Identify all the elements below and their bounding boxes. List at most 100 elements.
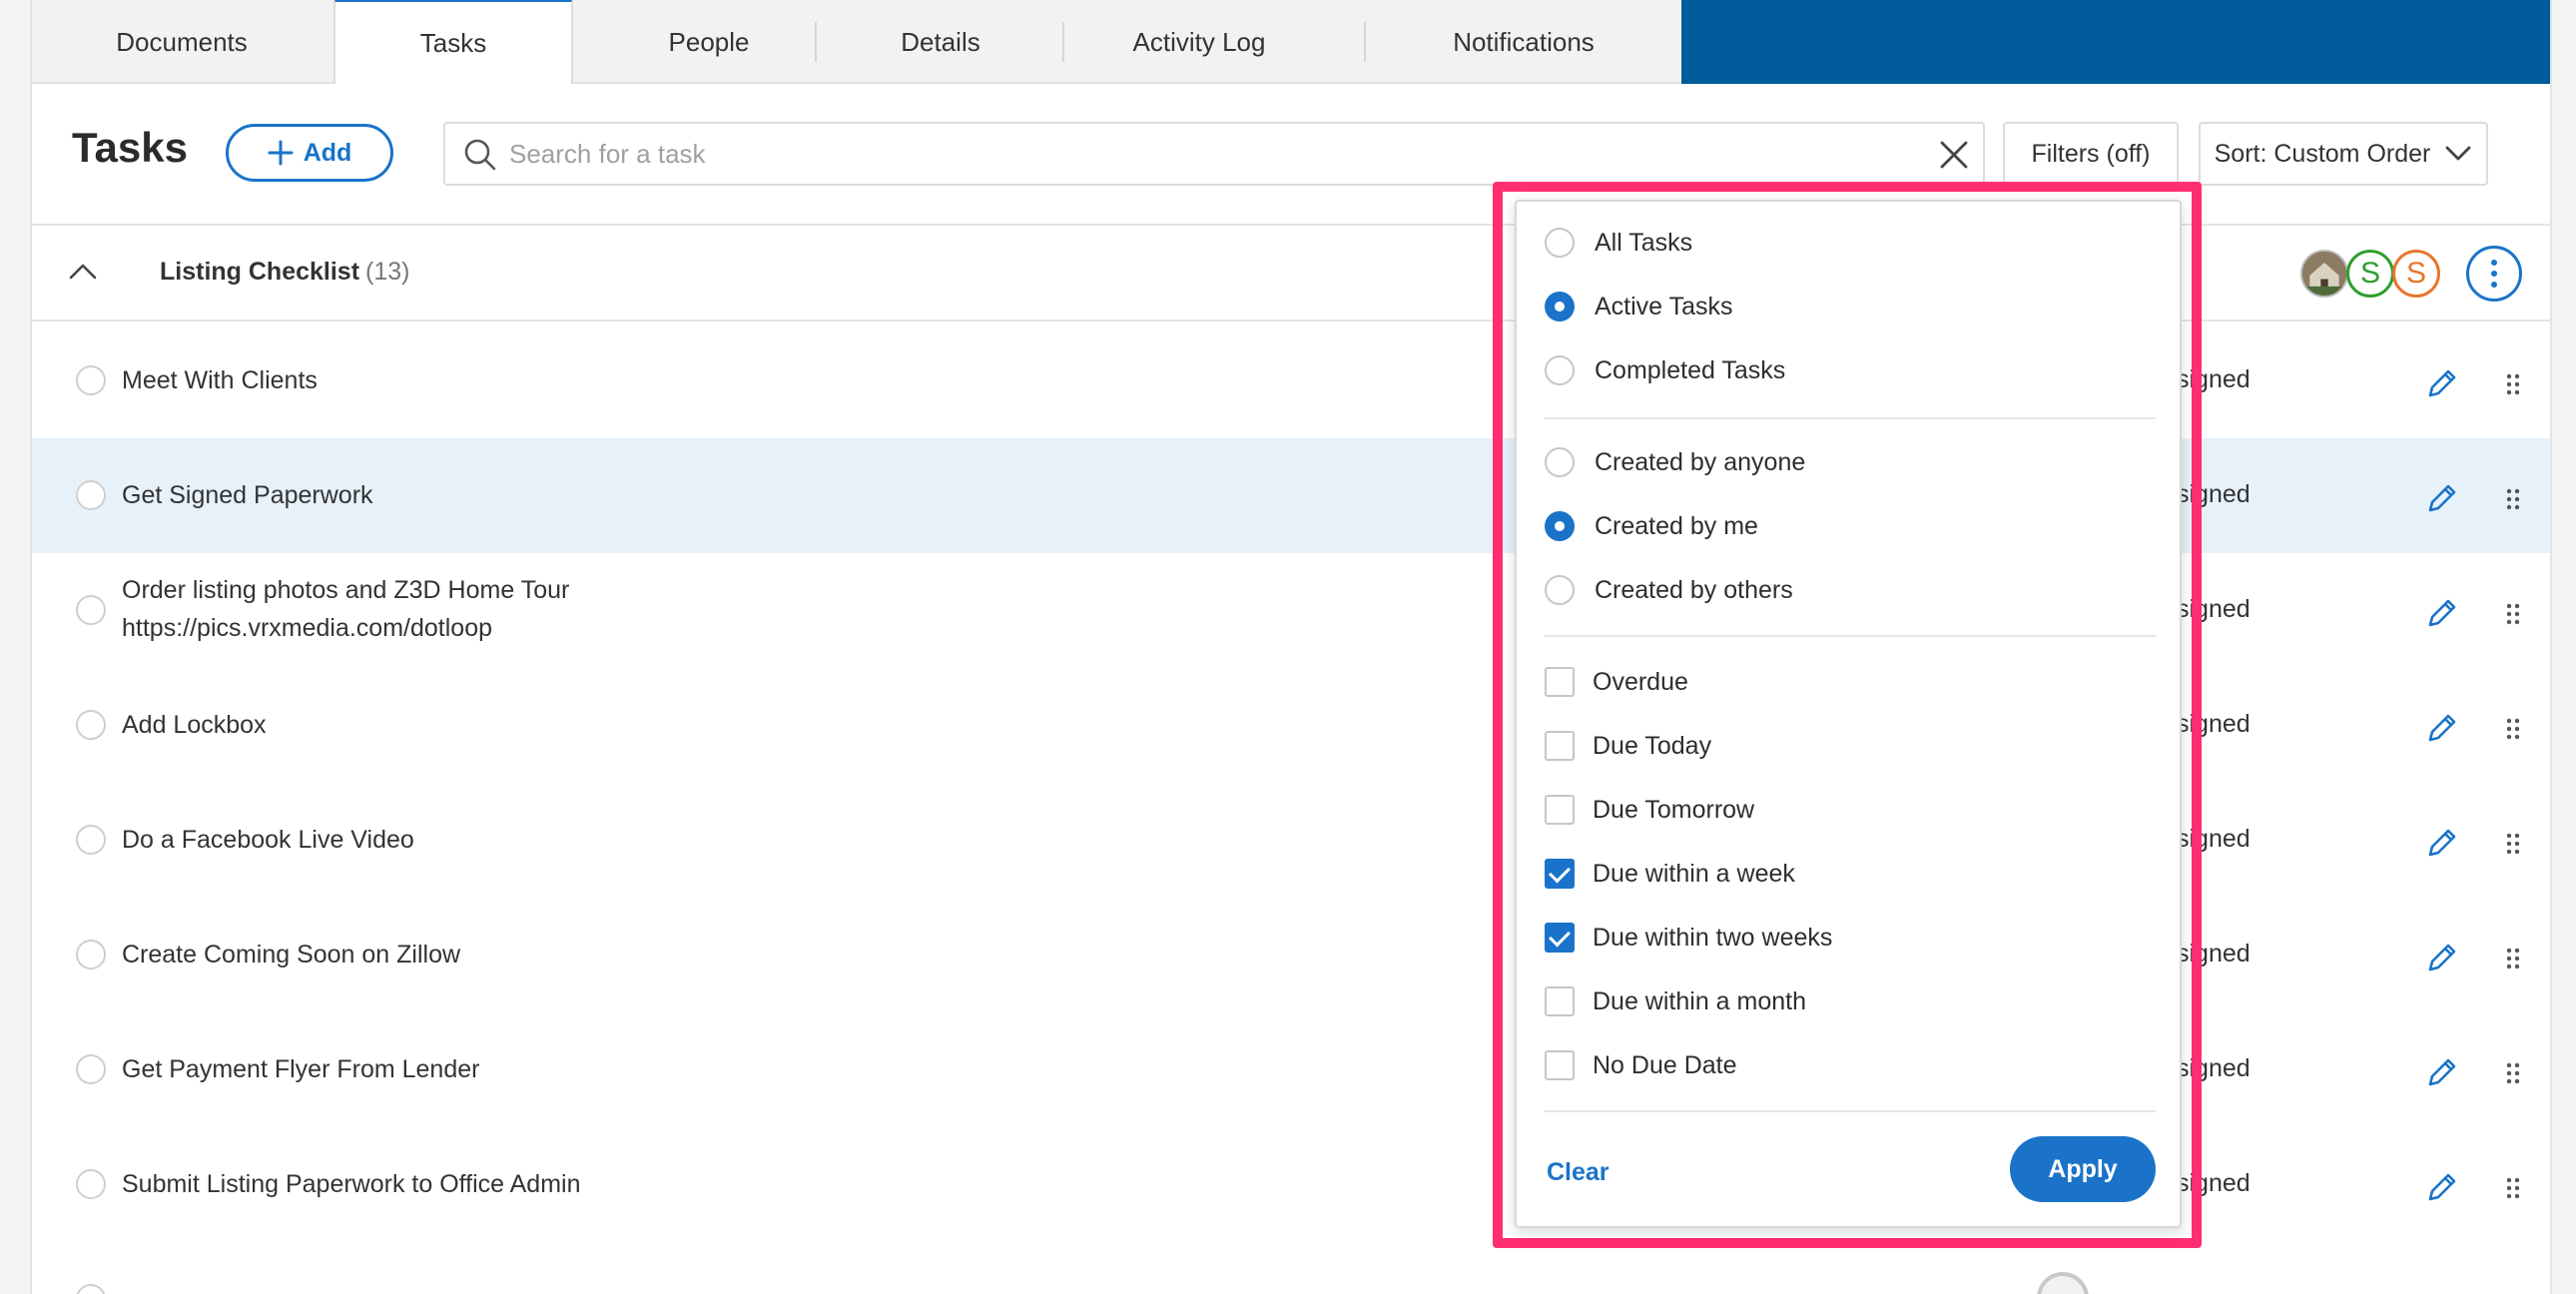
option-label: No Due Date xyxy=(1593,1050,1737,1079)
top-banner xyxy=(1681,0,2550,84)
option-label: Active Tasks xyxy=(1595,292,1733,321)
task-name[interactable]: Order listing photos and Z3D Home Tour h… xyxy=(122,571,569,647)
add-button-label: Add xyxy=(303,138,352,167)
drag-handle-icon[interactable] xyxy=(2506,1177,2520,1199)
tab-details[interactable]: Details xyxy=(817,0,1064,84)
avatar-initial[interactable]: S xyxy=(2346,250,2394,298)
drag-handle-icon[interactable] xyxy=(2506,718,2520,740)
chevron-down-icon xyxy=(2445,146,2471,161)
tab-notifications[interactable]: Notifications xyxy=(1366,0,1681,84)
panel-divider xyxy=(1545,417,2156,419)
pencil-icon[interactable] xyxy=(2424,1056,2458,1090)
plus-icon xyxy=(268,140,294,166)
apply-filters-button[interactable]: Apply xyxy=(2010,1136,2156,1202)
panel-divider xyxy=(1545,1110,2156,1112)
task-complete-toggle[interactable] xyxy=(76,1054,106,1084)
filter-due-today[interactable]: Due Today xyxy=(1545,731,1711,761)
section-count: (13) xyxy=(365,258,410,286)
tab-tasks[interactable]: Tasks xyxy=(333,0,573,84)
task-name[interactable]: Get Payment Flyer From Lender xyxy=(122,1050,479,1088)
drag-handle-icon[interactable] xyxy=(2506,1062,2520,1084)
pencil-icon[interactable] xyxy=(2424,712,2458,746)
task-name[interactable]: Do a Facebook Live Video xyxy=(122,821,414,859)
task-complete-toggle[interactable] xyxy=(76,1169,106,1199)
drag-handle-icon[interactable] xyxy=(2506,603,2520,625)
task-complete-toggle[interactable] xyxy=(76,1284,106,1294)
radio-button[interactable] xyxy=(1545,228,1575,258)
filter-due-within-month[interactable]: Due within a month xyxy=(1545,986,1806,1016)
unassigned-avatar-icon[interactable] xyxy=(2037,1272,2089,1294)
tab-strip: Documents Tasks People Details Activity … xyxy=(32,0,1681,84)
radio-button-selected[interactable] xyxy=(1545,292,1575,322)
filter-due-within-week[interactable]: Due within a week xyxy=(1545,859,1795,889)
task-name[interactable]: Meet With Clients xyxy=(122,361,318,399)
section-title-text: Listing Checklist xyxy=(160,258,360,286)
radio-button[interactable] xyxy=(1545,447,1575,477)
filter-no-due-date[interactable]: No Due Date xyxy=(1545,1050,1737,1080)
tab-people[interactable]: People xyxy=(573,0,845,84)
left-gutter xyxy=(0,0,32,1294)
clear-filters-button[interactable]: Clear xyxy=(1547,1158,1610,1187)
task-complete-toggle[interactable] xyxy=(76,480,106,510)
radio-button-selected[interactable] xyxy=(1545,511,1575,541)
task-row[interactable] xyxy=(32,1242,2550,1294)
more-options-button[interactable] xyxy=(2466,246,2522,302)
chevron-up-icon[interactable] xyxy=(68,262,98,282)
clear-search-icon[interactable] xyxy=(1939,140,1969,170)
pencil-icon[interactable] xyxy=(2424,1171,2458,1205)
task-name-link[interactable]: https://pics.vrxmedia.com/dotloop xyxy=(122,609,569,647)
filter-due-tomorrow[interactable]: Due Tomorrow xyxy=(1545,795,1754,825)
section-title[interactable]: Listing Checklist (13) xyxy=(160,258,410,287)
option-label: Created by me xyxy=(1595,511,1758,540)
filter-due-within-two-weeks[interactable]: Due within two weeks xyxy=(1545,923,1832,953)
checkbox[interactable] xyxy=(1545,731,1575,761)
task-complete-toggle[interactable] xyxy=(76,595,106,625)
tab-activity-log[interactable]: Activity Log xyxy=(1064,0,1334,84)
option-label: Created by anyone xyxy=(1595,447,1806,476)
filter-created-by-anyone[interactable]: Created by anyone xyxy=(1545,447,1805,477)
task-name[interactable]: Get Signed Paperwork xyxy=(122,476,373,514)
filter-active-tasks[interactable]: Active Tasks xyxy=(1545,292,1732,322)
task-name[interactable]: Submit Listing Paperwork to Office Admin xyxy=(122,1165,580,1203)
add-task-button[interactable]: Add xyxy=(226,124,393,182)
avatar-photo[interactable] xyxy=(2300,250,2348,298)
radio-button[interactable] xyxy=(1545,575,1575,605)
task-name[interactable]: Add Lockbox xyxy=(122,706,267,744)
task-complete-toggle[interactable] xyxy=(76,365,106,395)
task-complete-toggle[interactable] xyxy=(76,940,106,970)
search-box[interactable] xyxy=(443,122,1985,186)
checkbox[interactable] xyxy=(1545,795,1575,825)
checkbox-checked[interactable] xyxy=(1545,923,1575,953)
search-input[interactable] xyxy=(509,124,1887,184)
sort-dropdown[interactable]: Sort: Custom Order xyxy=(2199,122,2488,186)
pencil-icon[interactable] xyxy=(2424,482,2458,516)
drag-handle-icon[interactable] xyxy=(2506,373,2520,395)
filter-overdue[interactable]: Overdue xyxy=(1545,667,1688,697)
tab-documents[interactable]: Documents xyxy=(32,0,331,84)
pencil-icon[interactable] xyxy=(2424,942,2458,975)
radio-button[interactable] xyxy=(1545,355,1575,385)
filter-all-tasks[interactable]: All Tasks xyxy=(1545,228,1692,258)
filter-completed-tasks[interactable]: Completed Tasks xyxy=(1545,355,1785,385)
option-label: All Tasks xyxy=(1595,228,1693,257)
pencil-icon[interactable] xyxy=(2424,827,2458,861)
pencil-icon[interactable] xyxy=(2424,367,2458,401)
filter-created-by-others[interactable]: Created by others xyxy=(1545,575,1793,605)
task-name[interactable]: Create Coming Soon on Zillow xyxy=(122,936,460,973)
checkbox[interactable] xyxy=(1545,667,1575,697)
filter-created-by-me[interactable]: Created by me xyxy=(1545,511,1758,541)
drag-handle-icon[interactable] xyxy=(2506,488,2520,510)
sort-label: Sort: Custom Order xyxy=(2214,139,2431,168)
avatar-initial[interactable]: S xyxy=(2392,250,2440,298)
option-label: Due within a week xyxy=(1593,859,1795,888)
drag-handle-icon[interactable] xyxy=(2506,833,2520,855)
checkbox[interactable] xyxy=(1545,986,1575,1016)
drag-handle-icon[interactable] xyxy=(2506,948,2520,970)
task-complete-toggle[interactable] xyxy=(76,710,106,740)
page-title: Tasks xyxy=(72,124,188,171)
filters-button[interactable]: Filters (off) xyxy=(2003,122,2179,186)
checkbox[interactable] xyxy=(1545,1050,1575,1080)
pencil-icon[interactable] xyxy=(2424,597,2458,631)
checkbox-checked[interactable] xyxy=(1545,859,1575,889)
task-complete-toggle[interactable] xyxy=(76,825,106,855)
